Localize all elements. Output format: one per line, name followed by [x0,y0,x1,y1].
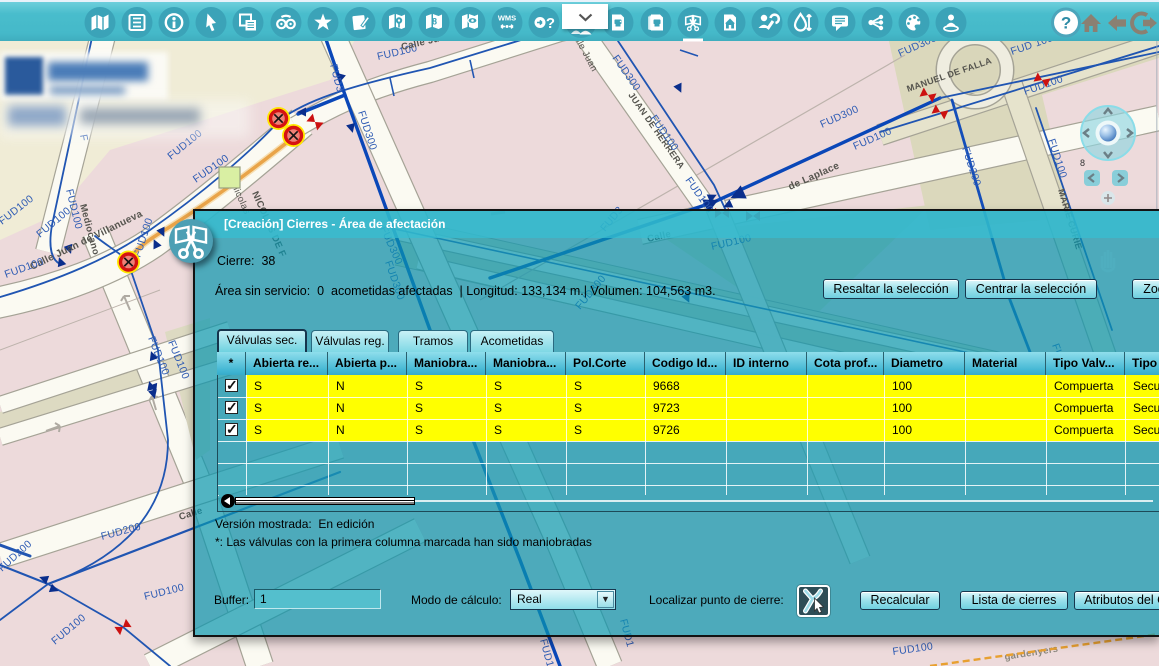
svg-text:?: ? [546,15,555,32]
svg-text:8: 8 [432,17,437,27]
svg-text:WMS: WMS [498,14,516,23]
svg-text:?: ? [1061,14,1071,33]
svg-text:8: 8 [1080,158,1085,168]
